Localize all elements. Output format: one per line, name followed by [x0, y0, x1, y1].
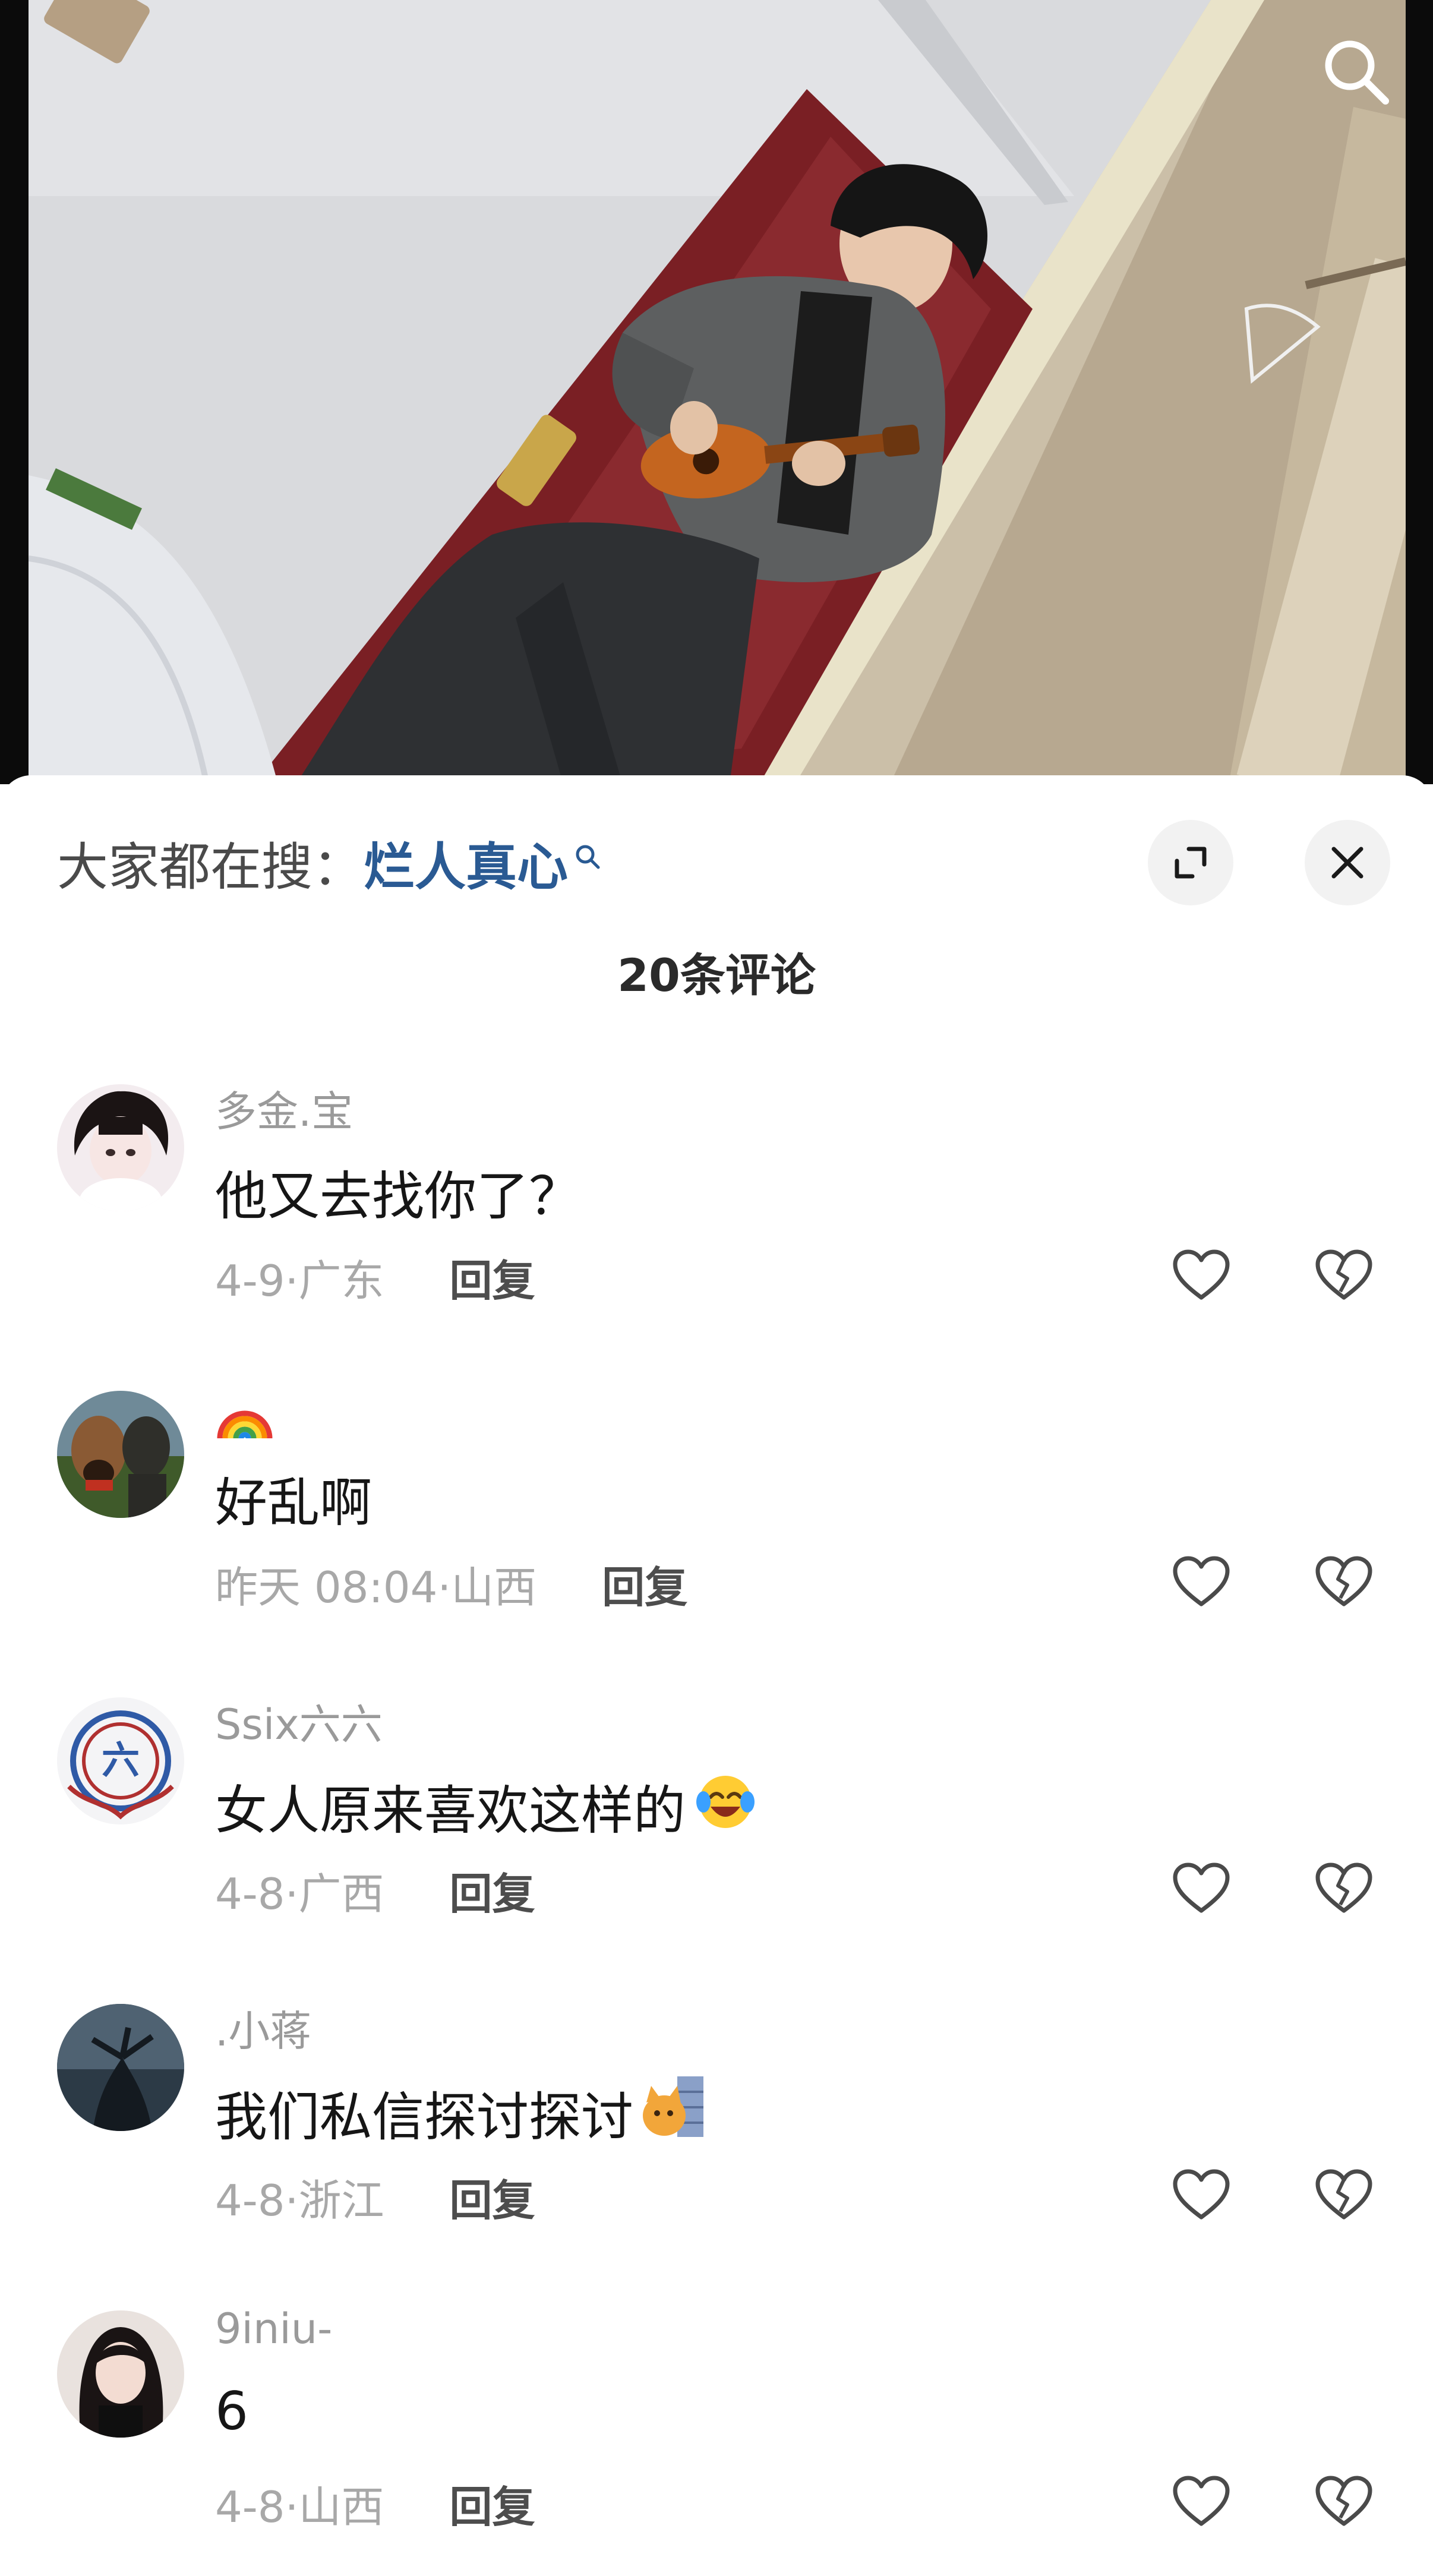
dislike-button[interactable] — [1308, 2160, 1380, 2231]
comment-text-content: 我们私信探讨探讨 — [215, 2086, 634, 2148]
broken-heart-icon — [1315, 1556, 1372, 1606]
video-still — [29, 0, 1406, 784]
comment-username[interactable]: 多金.宝 — [215, 1078, 353, 1138]
broken-heart-icon — [1315, 2169, 1372, 2220]
comment-date-location: 4-8·广西 — [215, 1869, 384, 1919]
reply-button[interactable]: 回复 — [450, 1859, 535, 1921]
hot-search-label: 大家都在搜： — [57, 837, 364, 897]
avatar[interactable] — [57, 2004, 184, 2131]
avatar[interactable]: 六 — [57, 1697, 184, 1824]
expand-icon — [1175, 847, 1207, 879]
comment-meta: 昨天 08:04·山西 回复 — [215, 1552, 687, 1615]
comments-header: 大家都在搜： 烂人真心 20条评论 — [0, 775, 1433, 1002]
comment-username[interactable]: 🌈 — [215, 1385, 274, 1454]
heart-icon — [1173, 2169, 1230, 2220]
hot-search-term[interactable]: 烂人真心 — [364, 825, 568, 899]
broken-heart-icon — [1315, 1862, 1372, 1913]
comment-username[interactable]: .小蒋 — [215, 1998, 311, 2058]
heart-icon — [1173, 2476, 1230, 2526]
video-frame — [29, 0, 1406, 784]
expand-button[interactable] — [1148, 820, 1233, 905]
avatar[interactable] — [57, 1391, 184, 1518]
avatar[interactable] — [57, 1084, 184, 1211]
comment-item: 9iniu- 6 4-8·山西 回复 — [0, 2304, 1433, 2576]
dislike-button[interactable] — [1308, 1240, 1380, 1311]
reply-button[interactable]: 回复 — [450, 2472, 535, 2534]
heart-icon — [1173, 1556, 1230, 1606]
comment-meta: 4-8·山西 回复 — [215, 2472, 535, 2534]
comment-meta: 4-9·广东 回复 — [215, 1246, 535, 1308]
search-icon — [1325, 40, 1389, 105]
reply-button[interactable]: 回复 — [450, 2165, 535, 2228]
dislike-button[interactable] — [1308, 1853, 1380, 1924]
like-button[interactable] — [1166, 1240, 1237, 1311]
dislike-button[interactable] — [1308, 1546, 1380, 1618]
heart-icon — [1173, 1862, 1230, 1913]
comment-count: 20条评论 — [617, 949, 816, 1002]
comment-text: 女人原来喜欢这样的 — [215, 1767, 758, 1845]
comment-text: 他又去找你了？ — [215, 1154, 581, 1230]
comment-meta: 4-8·浙江 回复 — [215, 2165, 535, 2228]
comment-item: 🌈 好乱啊 昨天 08:04·山西 回复 — [0, 1391, 1433, 1688]
reply-button[interactable]: 回复 — [450, 1246, 535, 1308]
comment-text-content: 6 — [215, 2381, 248, 2442]
comment-item: 六 Ssix六六 女人原来喜欢这样的 4-8·广西 回复 — [0, 1697, 1433, 1994]
comment-date-location: 4-9·广东 — [215, 1256, 384, 1306]
comment-date-location: 4-8·浙江 — [215, 2176, 384, 2225]
like-button[interactable] — [1166, 2466, 1237, 2537]
comment-username[interactable]: 9iniu- — [215, 2304, 332, 2353]
video-search-button[interactable] — [1314, 30, 1397, 113]
comment-date-location: 昨天 08:04·山西 — [215, 1562, 537, 1612]
like-button[interactable] — [1166, 1853, 1237, 1924]
video-player[interactable] — [0, 0, 1433, 784]
svg-text:六: 六 — [102, 1739, 140, 1783]
small-search-icon — [574, 823, 601, 883]
broken-heart-icon — [1315, 2476, 1372, 2526]
dislike-button[interactable] — [1308, 2466, 1380, 2537]
broken-heart-icon — [1315, 1249, 1372, 1300]
reply-button[interactable]: 回复 — [602, 1552, 687, 1615]
comment-date-location: 4-8·山西 — [215, 2482, 384, 2532]
comment-text: 好乱啊 — [215, 1461, 372, 1536]
comment-item: .小蒋 我们私信探讨探讨 4-8·浙江 回复 — [0, 2004, 1433, 2301]
comment-text-content: 女人原来喜欢这样的 — [215, 1780, 686, 1841]
comment-text: 我们私信探讨探讨 — [215, 2074, 706, 2152]
laughing-crying-emoji-icon — [693, 1767, 758, 1845]
like-button[interactable] — [1166, 2160, 1237, 2231]
screen: 大家都在搜： 烂人真心 20条评论 多金.宝 他又去找你了？ 4-9·广东 回复… — [0, 0, 1433, 2576]
comments-sheet: 大家都在搜： 烂人真心 20条评论 多金.宝 他又去找你了？ 4-9·广东 回复… — [0, 775, 1433, 2576]
comment-text: 6 — [215, 2381, 248, 2442]
rainbow-icon — [217, 1410, 273, 1439]
avatar[interactable] — [57, 2310, 184, 2438]
cat-peeking-emoji-icon — [640, 2074, 706, 2152]
like-button[interactable] — [1166, 1546, 1237, 1618]
comment-item: 多金.宝 他又去找你了？ 4-9·广东 回复 — [0, 1084, 1433, 1381]
close-button[interactable] — [1305, 820, 1390, 905]
close-icon — [1331, 847, 1363, 879]
comment-username[interactable]: Ssix六六 — [215, 1691, 383, 1751]
comment-meta: 4-8·广西 回复 — [215, 1859, 535, 1921]
hot-search-bar[interactable]: 大家都在搜： 烂人真心 — [57, 826, 601, 898]
heart-icon — [1173, 1249, 1230, 1300]
comment-text-content: 好乱啊 — [215, 1472, 373, 1533]
comment-text-content: 他又去找你了？ — [215, 1166, 582, 1227]
